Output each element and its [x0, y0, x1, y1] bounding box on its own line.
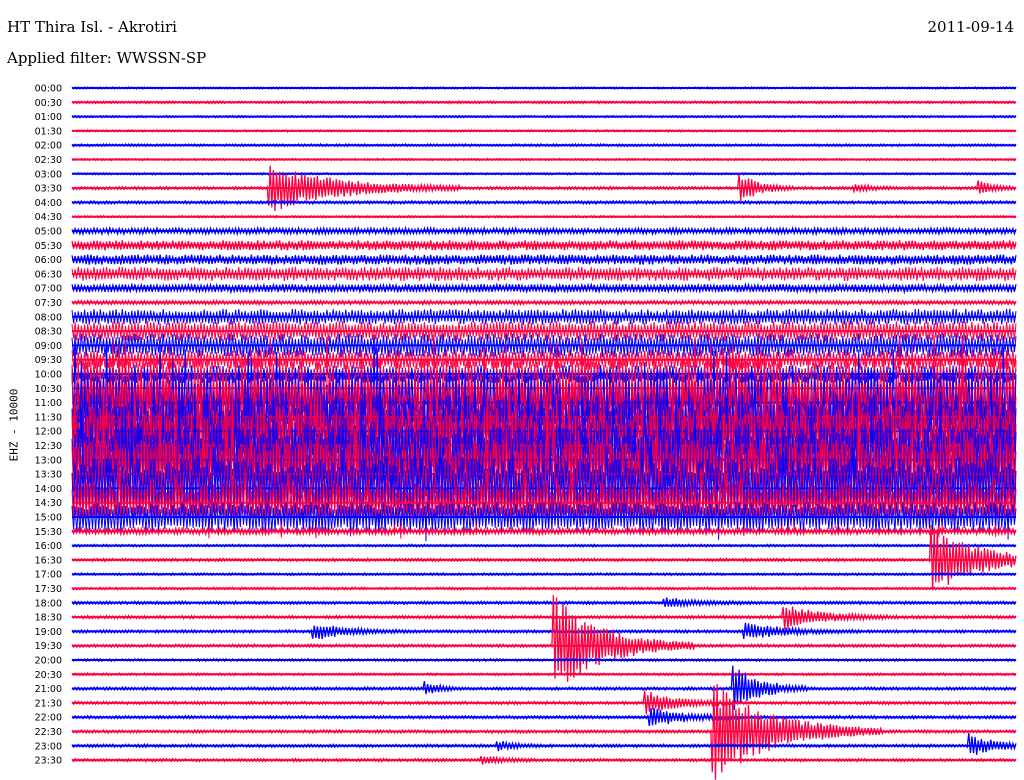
time-label: 02:00: [35, 141, 62, 152]
time-label: 05:30: [35, 241, 62, 252]
time-label: 17:30: [35, 584, 62, 595]
time-label: 15:00: [35, 513, 62, 524]
trace-1830: [71, 606, 1017, 630]
time-label: 11:00: [35, 398, 62, 409]
time-label: 00:30: [35, 98, 62, 109]
time-label: 00:00: [35, 84, 62, 95]
time-label: 06:30: [35, 269, 62, 280]
time-label: 22:00: [35, 713, 62, 724]
time-label: 14:00: [35, 484, 62, 495]
time-label: 21:00: [35, 684, 62, 695]
time-label: 16:00: [35, 541, 62, 552]
trace-2300: [71, 732, 1017, 755]
time-label: 05:00: [35, 227, 62, 238]
time-label: 23:30: [35, 756, 62, 767]
time-label: 06:00: [35, 255, 62, 266]
time-label: 01:30: [35, 126, 62, 137]
time-label: 07:30: [35, 298, 62, 309]
time-label: 16:30: [35, 555, 62, 566]
time-label: 02:30: [35, 155, 62, 166]
time-label: 03:30: [35, 184, 62, 195]
time-label: 15:30: [35, 527, 62, 538]
time-label: 09:00: [35, 341, 62, 352]
time-label: 03:00: [35, 169, 62, 180]
time-label: 09:30: [35, 355, 62, 366]
time-label: 19:30: [35, 641, 62, 652]
time-label: 14:30: [35, 498, 62, 509]
time-label: 21:30: [35, 698, 62, 709]
time-label: 08:00: [35, 312, 62, 323]
time-label: 12:30: [35, 441, 62, 452]
time-label: 20:30: [35, 670, 62, 681]
time-label: 07:00: [35, 284, 62, 295]
trace-1930: [71, 595, 1017, 682]
time-label: 10:00: [35, 370, 62, 381]
helicorder-plot: 00:00 00:30 01:00 01:30 02:00 02:30 03:00 03:30…: [35, 84, 1017, 780]
time-label: 18:00: [35, 598, 62, 609]
time-label: 04:30: [35, 212, 62, 223]
time-label: 10:30: [35, 384, 62, 395]
time-label: 23:00: [35, 741, 62, 752]
time-label: 20:00: [35, 656, 62, 667]
time-label: 12:00: [35, 427, 62, 438]
time-label: 01:00: [35, 112, 62, 123]
time-label: 08:30: [35, 327, 62, 338]
time-label: 04:00: [35, 198, 62, 209]
time-label: 13:30: [35, 470, 62, 481]
time-label: 18:30: [35, 613, 62, 624]
time-label: 13:00: [35, 455, 62, 466]
time-label: 11:30: [35, 412, 62, 423]
time-label: 19:00: [35, 627, 62, 638]
trace-1630: [71, 524, 1017, 590]
time-label: 17:00: [35, 570, 62, 581]
time-label: 22:30: [35, 727, 62, 738]
